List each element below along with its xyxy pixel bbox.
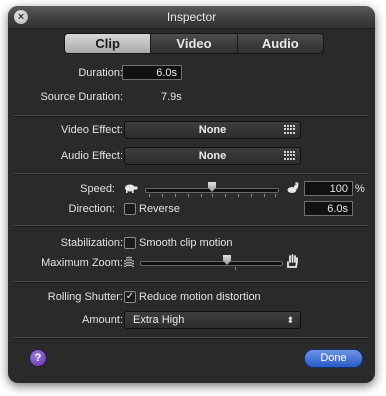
tab-clip[interactable]: Clip	[65, 34, 151, 53]
divider	[14, 281, 369, 283]
help-button[interactable]: ?	[29, 349, 47, 367]
duration-field[interactable]: 6.0s	[122, 65, 182, 80]
grid-icon	[284, 151, 296, 160]
divider	[14, 337, 369, 339]
done-button[interactable]: Done	[304, 349, 363, 368]
hand-icon	[286, 254, 299, 270]
reverse-label: Reverse	[139, 203, 180, 215]
speed-percent-unit: %	[355, 183, 365, 195]
inspector-window: × Inspector Clip Video Audio Duration: 6…	[8, 6, 375, 383]
reduce-distortion-label: Reduce motion distortion	[139, 291, 261, 303]
audio-effect-popup[interactable]: None	[124, 147, 301, 165]
video-effect-popup[interactable]: None	[124, 121, 301, 139]
divider	[14, 115, 369, 117]
divider	[14, 225, 369, 227]
audio-effect-label: Audio Effect:	[60, 150, 123, 162]
turtle-icon	[124, 183, 138, 196]
reduce-distortion-checkbox[interactable]: ✓	[124, 291, 136, 303]
grid-icon	[284, 125, 296, 134]
title-bar: × Inspector	[8, 6, 375, 29]
smooth-clip-checkbox[interactable]	[124, 237, 136, 249]
tab-audio[interactable]: Audio	[236, 34, 323, 53]
speed-percent-field[interactable]: 100	[304, 181, 353, 196]
divider	[14, 173, 369, 175]
window-title: Inspector	[166, 10, 217, 24]
stepper-arrows-icon: ⬍	[286, 315, 294, 325]
amount-value: Extra High	[133, 314, 185, 326]
duration-label: Duration:	[78, 67, 123, 79]
hand-dotted-icon	[122, 255, 136, 270]
tab-bar: Clip Video Audio	[64, 33, 324, 54]
direction-duration-field[interactable]: 6.0s	[304, 201, 353, 216]
source-duration-value: 7.9s	[161, 91, 182, 103]
video-effect-value: None	[198, 124, 227, 136]
video-effect-label: Video Effect:	[61, 124, 123, 136]
rabbit-icon	[286, 182, 299, 196]
speed-label: Speed:	[80, 183, 115, 195]
source-duration-label: Source Duration:	[40, 91, 123, 103]
rolling-shutter-label: Rolling Shutter:	[47, 291, 123, 303]
maximum-zoom-label: Maximum Zoom:	[41, 257, 123, 269]
amount-popup[interactable]: Extra High ⬍	[124, 311, 301, 329]
speed-slider[interactable]	[145, 180, 279, 200]
smooth-clip-label: Smooth clip motion	[139, 237, 233, 249]
amount-label: Amount:	[82, 314, 123, 326]
direction-label: Direction:	[68, 203, 115, 215]
reverse-checkbox[interactable]	[124, 203, 136, 215]
tab-video[interactable]: Video	[150, 34, 236, 53]
stabilization-label: Stabilization:	[60, 237, 123, 249]
maximum-zoom-slider[interactable]	[140, 254, 283, 272]
audio-effect-value: None	[198, 150, 227, 162]
